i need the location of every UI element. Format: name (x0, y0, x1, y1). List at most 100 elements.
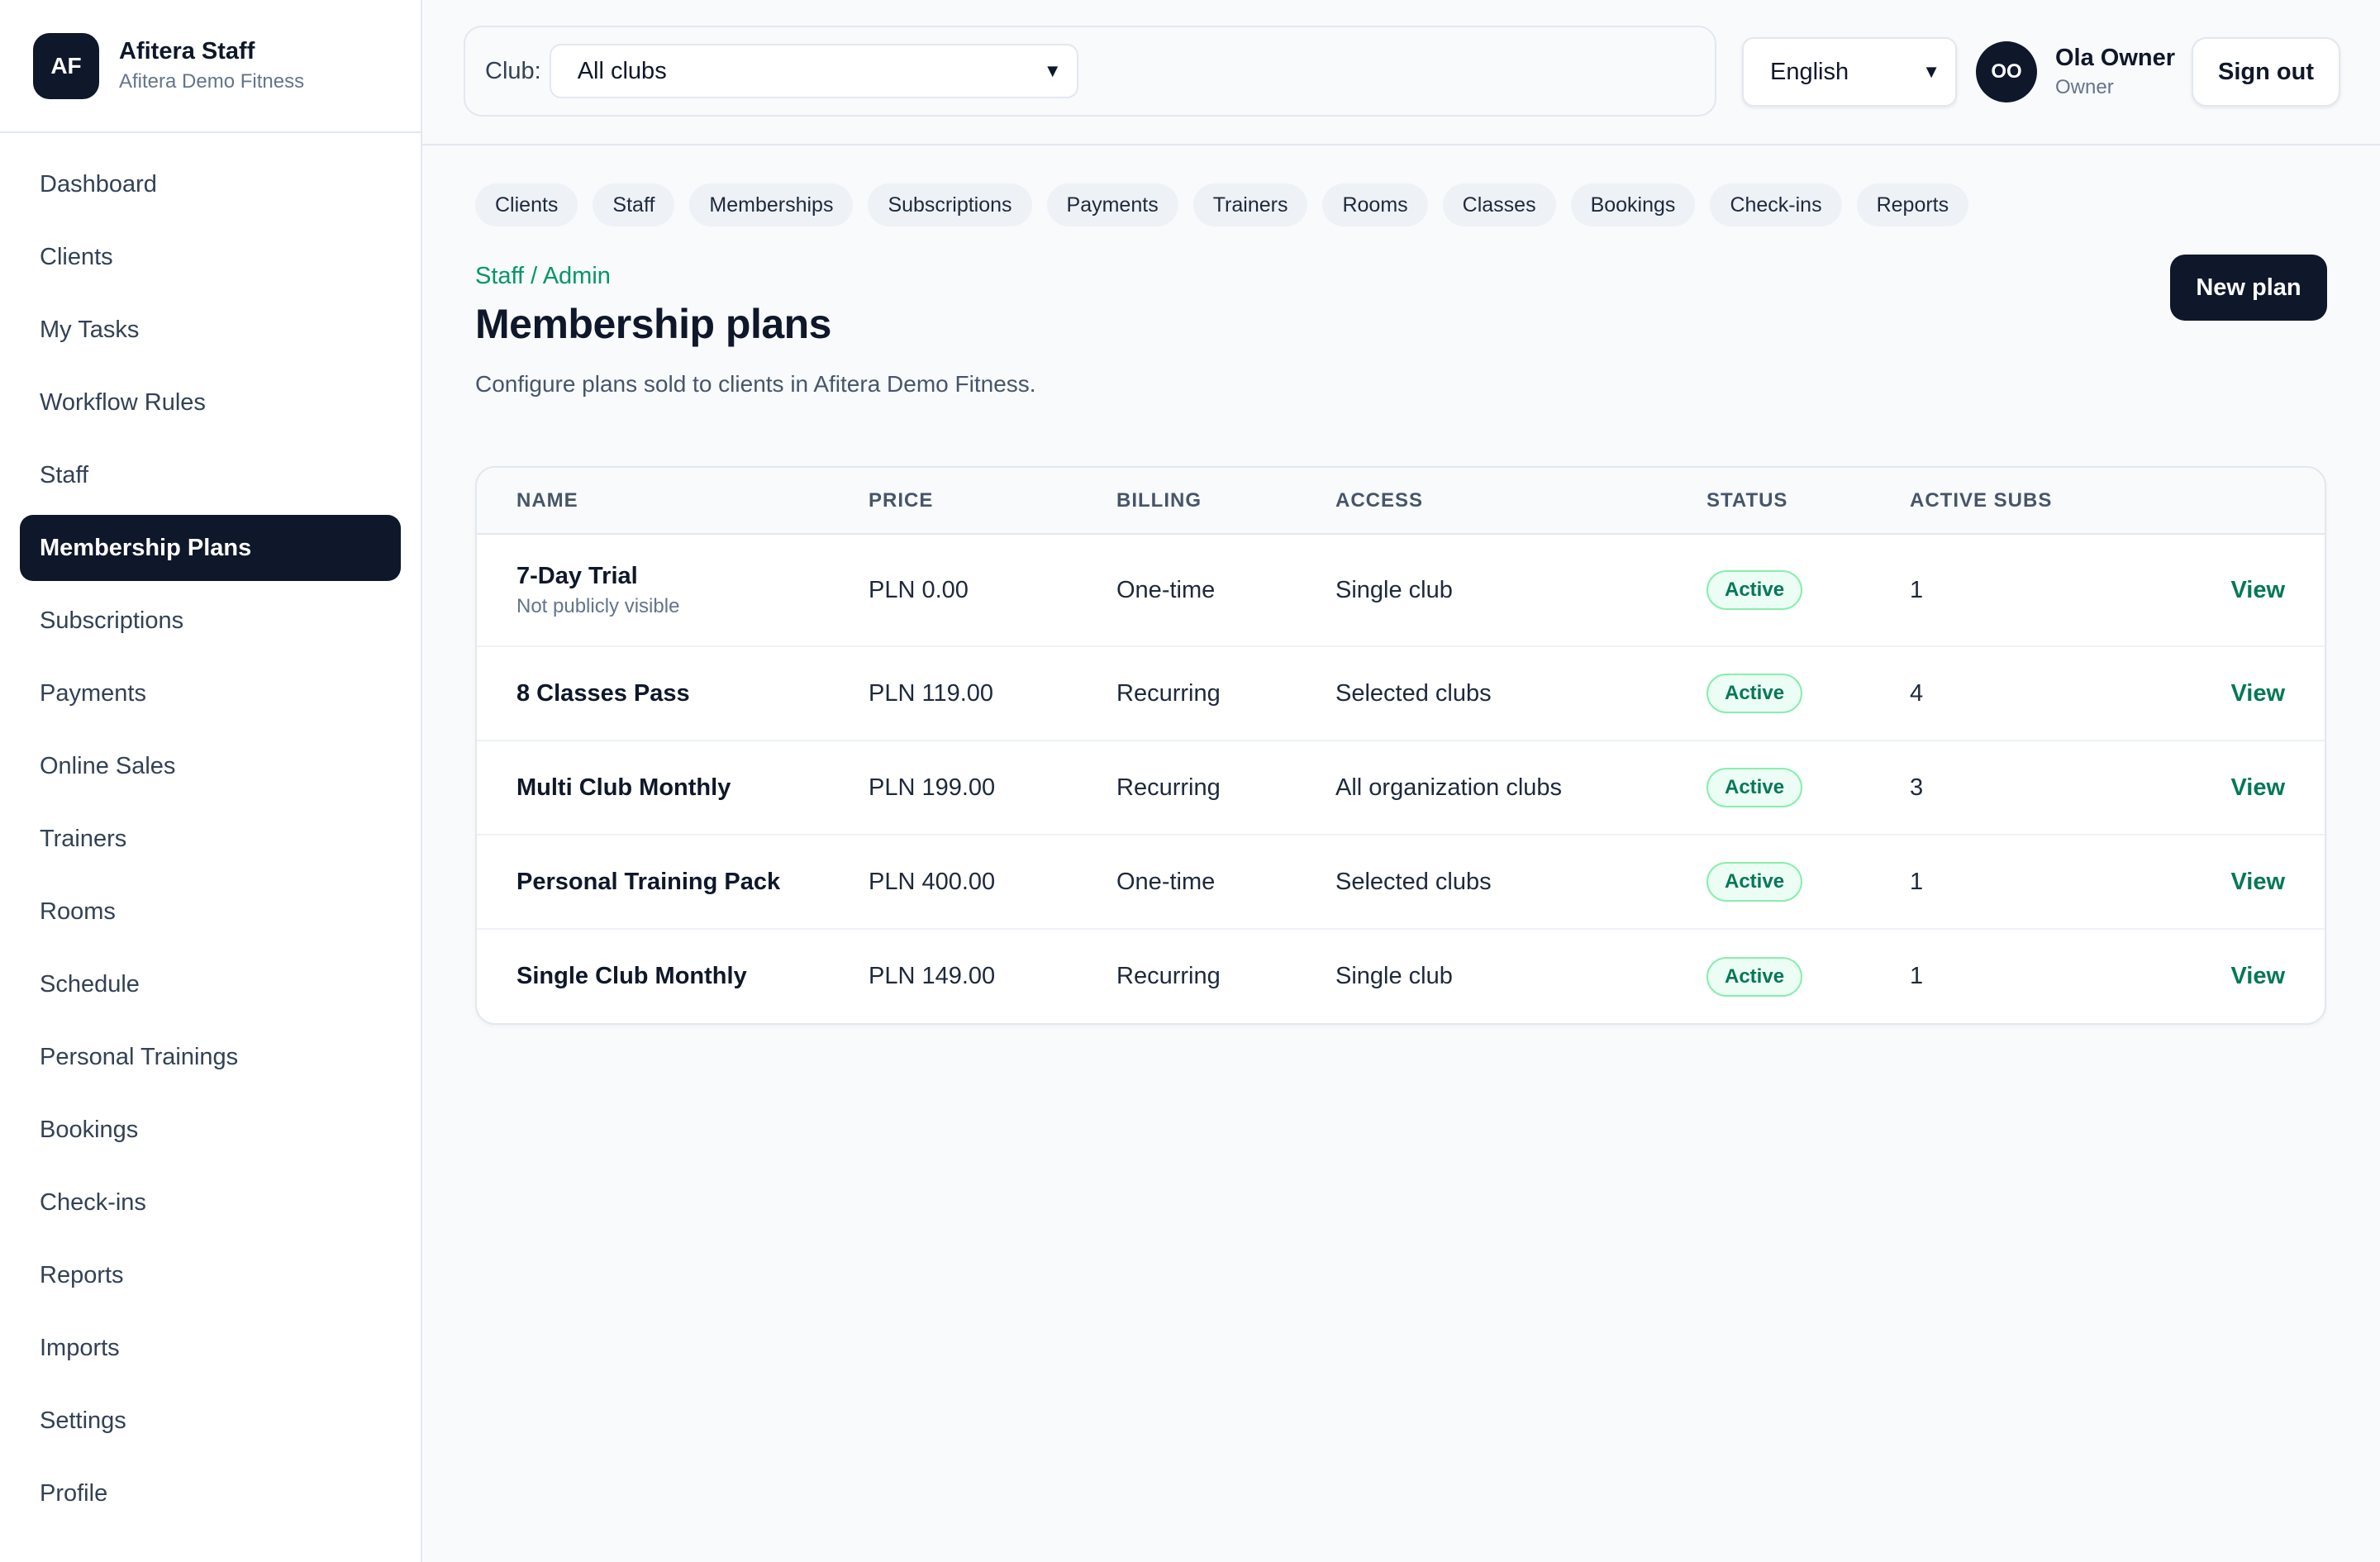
view-link[interactable]: View (2230, 577, 2285, 603)
sidebar-item-schedule[interactable]: Schedule (20, 951, 401, 1017)
sidebar-item-bookings[interactable]: Bookings (20, 1097, 401, 1163)
column-header-price: PRICE (869, 468, 1116, 535)
user-name: Ola Owner (2055, 45, 2176, 71)
plan-billing: Recurring (1116, 963, 1221, 989)
view-link[interactable]: View (2230, 680, 2285, 707)
page-title: Membership plans (475, 301, 832, 347)
table-header: NAME PRICE BILLING ACCESS STATUS ACTIVE … (477, 468, 2325, 535)
quick-link-payments[interactable]: Payments (1046, 183, 1178, 226)
plan-name: Multi Club Monthly (516, 774, 731, 801)
plan-action-cell: View (2141, 741, 2325, 836)
plan-active-subs: 1 (1910, 835, 2141, 930)
plan-name: Single Club Monthly (516, 963, 747, 989)
table-row: Personal Training Pack PLN 400.00 One-ti… (477, 835, 2325, 930)
page-header: Staff / Admin Membership plans Configure… (475, 255, 2327, 428)
sidebar-item-subscriptions[interactable]: Subscriptions (20, 588, 401, 654)
sidebar: AF Afitera Staff Afitera Demo Fitness Da… (0, 0, 422, 1562)
sidebar-item-personal-trainings[interactable]: Personal Trainings (20, 1024, 401, 1090)
sidebar-item-dashboard[interactable]: Dashboard (20, 151, 401, 217)
plan-price: PLN 199.00 (869, 741, 1116, 836)
status-badge: Active (1706, 674, 1803, 713)
club-select-value: All clubs (577, 57, 667, 84)
plan-billing: Recurring (1116, 741, 1335, 836)
sidebar-item-settings[interactable]: Settings (20, 1388, 401, 1454)
sidebar-item-online-sales[interactable]: Online Sales (20, 733, 401, 799)
breadcrumb[interactable]: Staff / Admin (475, 263, 2327, 290)
table-row: Multi Club Monthly PLN 199.00 Recurring … (477, 741, 2325, 836)
sidebar-item-clients[interactable]: Clients (20, 224, 401, 290)
plan-name-cell: 8 Classes Pass (477, 646, 869, 741)
sidebar-item-workflow-rules[interactable]: Workflow Rules (20, 369, 401, 436)
plan-price: PLN 0.00 (869, 534, 1116, 647)
sidebar-item-payments[interactable]: Payments (20, 660, 401, 726)
brand-text: Afitera Staff Afitera Demo Fitness (119, 38, 304, 93)
quick-link-memberships[interactable]: Memberships (689, 183, 854, 226)
chevron-down-icon: ▼ (1043, 60, 1062, 81)
plan-access: Selected clubs (1335, 835, 1706, 930)
quick-link-staff[interactable]: Staff (593, 183, 675, 226)
status-badge: Active (1706, 768, 1803, 807)
brand-org: Afitera Demo Fitness (119, 70, 305, 93)
view-link[interactable]: View (2230, 869, 2285, 895)
column-header-active-subs: ACTIVE SUBS (1910, 468, 2141, 535)
plan-status-cell: Active (1706, 929, 1910, 1023)
table-header-row: NAME PRICE BILLING ACCESS STATUS ACTIVE … (477, 468, 2325, 535)
user-role: Owner (2055, 76, 2114, 98)
quick-link-clients[interactable]: Clients (475, 183, 578, 226)
language-select[interactable]: English ▼ (1742, 37, 1957, 107)
quick-link-trainers[interactable]: Trainers (1192, 183, 1308, 226)
sidebar-item-reports[interactable]: Reports (20, 1242, 401, 1308)
plan-status-cell: Active (1706, 534, 1910, 647)
plan-active-subs: 3 (1910, 741, 2141, 836)
plan-price: PLN 119.00 (869, 646, 1116, 741)
column-header-billing: BILLING (1116, 468, 1335, 535)
sidebar-item-staff[interactable]: Staff (20, 442, 401, 508)
page-description: Configure plans sold to clients in Afite… (475, 371, 1036, 397)
view-link[interactable]: View (2230, 963, 2285, 989)
plan-action-cell: View (2141, 646, 2325, 741)
brand-name: Afitera Staff (119, 38, 255, 64)
column-header-actions (2141, 468, 2325, 535)
plan-name: Personal Training Pack (516, 868, 781, 895)
plan-active-subs: 4 (1910, 646, 2141, 741)
sidebar-item-rooms[interactable]: Rooms (20, 879, 401, 945)
user-avatar[interactable]: OO (1976, 41, 2037, 102)
sidebar-item-check-ins[interactable]: Check-ins (20, 1169, 401, 1236)
column-header-status: STATUS (1706, 468, 1910, 535)
table-row: 8 Classes Pass PLN 119.00 Recurring Sele… (477, 646, 2325, 741)
table-row: 7-Day Trial Not publicly visible PLN 0.0… (477, 534, 2325, 647)
sidebar-item-trainers[interactable]: Trainers (20, 806, 401, 872)
plan-access: All organization clubs (1335, 741, 1706, 836)
quick-links: Clients Staff Memberships Subscriptions … (475, 183, 2327, 226)
plan-action-cell: View (2141, 534, 2325, 647)
club-select[interactable]: All clubs ▼ (549, 44, 1078, 98)
plan-access: Single club (1335, 534, 1706, 647)
status-badge: Active (1706, 956, 1803, 997)
sign-out-button[interactable]: Sign out (2192, 37, 2340, 107)
sidebar-item-my-tasks[interactable]: My Tasks (20, 297, 401, 363)
sidebar-item-membership-plans[interactable]: Membership Plans (20, 515, 401, 581)
club-label: Club: (485, 57, 541, 84)
quick-link-rooms[interactable]: Rooms (1322, 183, 1428, 226)
app-shell: AF Afitera Staff Afitera Demo Fitness Da… (0, 0, 2380, 1562)
plan-access: Single club (1335, 963, 1453, 989)
sidebar-nav: Dashboard Clients My Tasks Workflow Rule… (0, 133, 421, 1551)
plan-billing: Recurring (1116, 646, 1335, 741)
quick-link-subscriptions[interactable]: Subscriptions (868, 183, 1032, 226)
quick-link-check-ins[interactable]: Check-ins (1710, 183, 1842, 226)
club-filter: Club: All clubs ▼ (464, 26, 1716, 117)
sidebar-item-profile[interactable]: Profile (20, 1460, 401, 1526)
new-plan-button[interactable]: New plan (2170, 255, 2327, 321)
chevron-down-icon: ▼ (1922, 61, 1940, 82)
plans-table-card: NAME PRICE BILLING ACCESS STATUS ACTIVE … (475, 466, 2326, 1025)
view-link[interactable]: View (2230, 774, 2285, 801)
status-badge: Active (1706, 570, 1803, 610)
plan-price: PLN 149.00 (869, 963, 996, 989)
plan-action-cell: View (2141, 835, 2325, 930)
sidebar-item-imports[interactable]: Imports (20, 1315, 401, 1381)
quick-link-bookings[interactable]: Bookings (1570, 183, 1696, 226)
quick-link-reports[interactable]: Reports (1856, 183, 1969, 226)
language-select-value: English (1770, 58, 1849, 85)
table-body: 7-Day Trial Not publicly visible PLN 0.0… (477, 534, 2325, 1023)
quick-link-classes[interactable]: Classes (1442, 183, 1556, 226)
